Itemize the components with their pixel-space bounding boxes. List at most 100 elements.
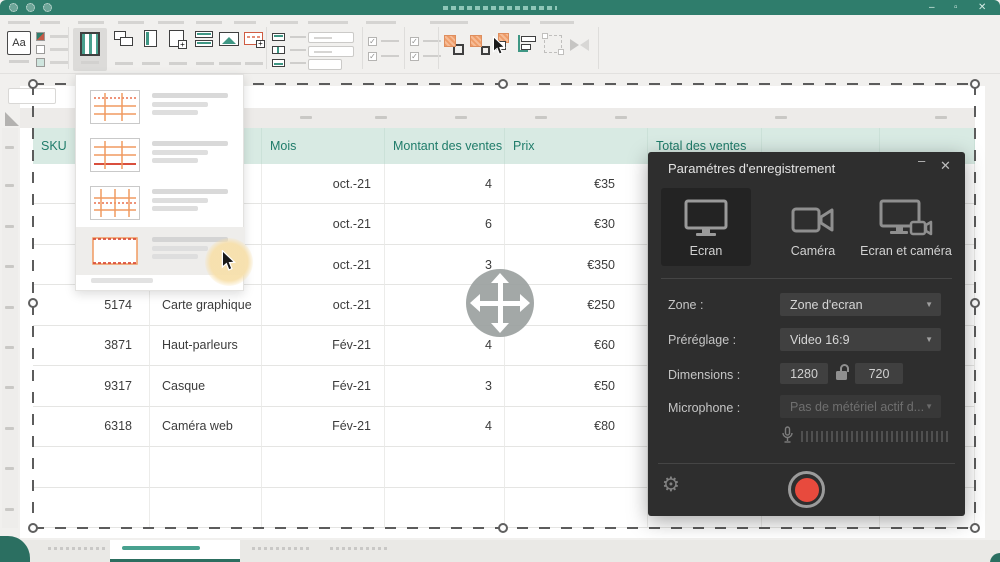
column-header[interactable]: Mois	[262, 128, 385, 164]
column-header[interactable]: Prix	[505, 128, 648, 164]
tab-label-redacted[interactable]	[48, 547, 106, 550]
active-tab[interactable]	[110, 540, 240, 562]
window-dot-green-icon[interactable]	[43, 3, 52, 12]
zone-select[interactable]: Zone d'ecran ▼	[780, 293, 941, 316]
screen-icon	[661, 198, 751, 238]
table-cell[interactable]: oct.-21	[262, 285, 385, 325]
table-cell[interactable]	[262, 488, 385, 528]
tab-label-redacted[interactable]	[330, 547, 388, 550]
dimension-width-input[interactable]: 1280	[780, 363, 828, 384]
table-cell[interactable]: oct.-21	[262, 204, 385, 244]
size-height-input[interactable]	[308, 46, 354, 57]
option-checkbox[interactable]: ✓	[410, 37, 419, 46]
table-cell[interactable]	[150, 488, 262, 528]
size-width-input[interactable]	[308, 32, 354, 43]
select-all-corner-icon[interactable]	[5, 112, 19, 126]
selection-handle[interactable]	[970, 298, 980, 308]
table-cell[interactable]: 3871	[33, 326, 150, 366]
table-cell[interactable]: Casque	[150, 366, 262, 406]
table-cell[interactable]	[385, 488, 505, 528]
aspect-lock-icon[interactable]	[836, 364, 850, 382]
table-cell[interactable]: oct.-21	[262, 164, 385, 204]
selection-handle[interactable]	[970, 523, 980, 533]
table-layout-option-3[interactable]	[76, 179, 245, 227]
selection-handle[interactable]	[28, 523, 38, 533]
table-cell[interactable]: Carte graphique	[150, 285, 262, 325]
theme-fonts-button[interactable]: Aa	[7, 31, 31, 55]
dialog-minimize-button[interactable]: –	[918, 153, 925, 168]
group-caption-redacted	[78, 21, 104, 24]
gear-icon[interactable]: ⚙	[662, 472, 680, 497]
table-cell[interactable]: €30	[505, 204, 648, 244]
bring-forward-button[interactable]	[444, 35, 464, 55]
column-header[interactable]: Montant des ventes	[385, 128, 505, 164]
mode-tile-screen-camera[interactable]: Ecran et caméra	[854, 188, 958, 266]
table-cell[interactable]	[505, 447, 648, 487]
dialog-close-button[interactable]: ✕	[940, 158, 951, 174]
table-cell[interactable]: 4	[385, 164, 505, 204]
table-cell[interactable]	[33, 447, 150, 487]
insert-shape-button[interactable]	[112, 28, 138, 60]
insert-textbox-button[interactable]	[139, 28, 165, 60]
table-cell[interactable]: Fév-21	[262, 326, 385, 366]
mode-tile-screen[interactable]: Ecran	[661, 188, 751, 266]
selection-handle[interactable]	[28, 298, 38, 308]
table-cell[interactable]: 4	[385, 407, 505, 447]
table-cell[interactable]: 9317	[33, 366, 150, 406]
selection-handle[interactable]	[970, 79, 980, 89]
table-cell[interactable]	[150, 447, 262, 487]
microphone-select[interactable]: Pas de métériel actif d... ▼	[780, 395, 941, 418]
slide-style-icon[interactable]	[36, 58, 45, 67]
selection-handle[interactable]	[28, 79, 38, 89]
rotate-button-disabled[interactable]	[570, 37, 590, 53]
table-cell[interactable]: 5174	[33, 285, 150, 325]
option-checkbox[interactable]: ✓	[368, 52, 377, 61]
close-button[interactable]: ✕	[978, 0, 986, 15]
selection-handle[interactable]	[498, 523, 508, 533]
tab-label-redacted[interactable]	[252, 547, 312, 550]
table-cell[interactable]	[262, 447, 385, 487]
selection-handle[interactable]	[498, 79, 508, 89]
window-dot-red-icon[interactable]	[9, 3, 18, 12]
window-dot-yellow-icon[interactable]	[26, 3, 35, 12]
color-scheme-icon[interactable]	[36, 32, 45, 41]
option-checkbox[interactable]: ✓	[410, 52, 419, 61]
preset-select[interactable]: Video 16:9 ▼	[780, 328, 941, 351]
table-cell[interactable]: €350	[505, 245, 648, 285]
record-button[interactable]	[788, 471, 825, 508]
rotation-input[interactable]	[308, 59, 342, 70]
insert-image-button[interactable]	[218, 28, 244, 60]
layout-button[interactable]	[193, 28, 219, 60]
table-cell[interactable]: oct.-21	[262, 245, 385, 285]
send-backward-button[interactable]	[470, 35, 490, 55]
table-cell[interactable]: €60	[505, 326, 648, 366]
maximize-button[interactable]: ▫	[954, 0, 958, 15]
table-cell[interactable]: €35	[505, 164, 648, 204]
dimension-height-input[interactable]: 720	[855, 363, 903, 384]
insert-table-button[interactable]	[73, 28, 107, 71]
align-objects-button[interactable]	[518, 35, 538, 53]
group-button-disabled[interactable]	[544, 35, 562, 53]
row-label-redacted	[5, 508, 14, 511]
table-cell[interactable]: 6318	[33, 407, 150, 447]
table-cell[interactable]: Fév-21	[262, 366, 385, 406]
insert-placeholder-button[interactable]: +	[166, 28, 192, 60]
group-caption-redacted	[8, 21, 30, 24]
table-cell[interactable]: Fév-21	[262, 407, 385, 447]
table-layout-option-1[interactable]	[76, 83, 245, 131]
table-cell[interactable]: €80	[505, 407, 648, 447]
table-cell[interactable]: 3	[385, 366, 505, 406]
minimize-button[interactable]: –	[929, 0, 935, 15]
table-cell[interactable]	[385, 447, 505, 487]
mode-tile-camera[interactable]: Caméra	[768, 188, 858, 266]
table-cell[interactable]	[505, 488, 648, 528]
option-checkbox[interactable]: ✓	[368, 37, 377, 46]
background-style-icon[interactable]	[36, 45, 45, 54]
table-cell[interactable]: Caméra web	[150, 407, 262, 447]
table-cell[interactable]: 6	[385, 204, 505, 244]
move-object-handle[interactable]	[466, 269, 534, 337]
table-cell[interactable]: €50	[505, 366, 648, 406]
table-cell[interactable]: Haut-parleurs	[150, 326, 262, 366]
table-cell[interactable]	[33, 488, 150, 528]
table-layout-option-2[interactable]	[76, 131, 245, 179]
